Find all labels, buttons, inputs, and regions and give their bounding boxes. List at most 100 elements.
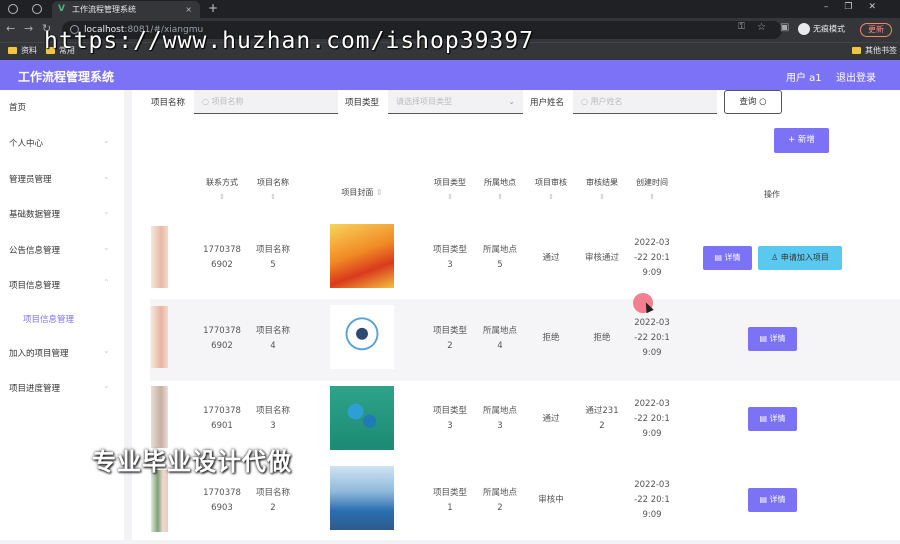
document-icon: ▤ <box>759 334 770 343</box>
vue-logo-icon: V <box>58 4 65 14</box>
sidepanel-icon[interactable]: ▣ <box>780 22 789 33</box>
update-button[interactable]: 更新 <box>860 23 892 37</box>
filter-type-label: 项目类型 <box>345 98 380 108</box>
row-thumbnail <box>151 386 168 448</box>
sort-icon[interactable]: ⇕ <box>200 191 244 204</box>
sidebar-item-admin[interactable]: 管理员管理 ⌄ <box>9 172 110 185</box>
document-icon: ▤ <box>759 495 770 504</box>
header-label: 联系方式 <box>206 178 238 187</box>
placeholder: 项目名称 <box>211 97 244 106</box>
user-name-input[interactable]: ○ 用户姓名 <box>573 90 717 114</box>
sidebar-item-label: 基础数据管理 <box>9 210 61 220</box>
header-label: 创建时间 <box>636 178 668 187</box>
star-icon[interactable]: ☆ <box>757 22 766 33</box>
column-header-phone[interactable]: 联系方式 ⇕ <box>200 176 244 204</box>
bookmark-folder-ziliao[interactable]: 资料 <box>8 45 37 56</box>
header-label: 项目封面 <box>341 188 374 197</box>
result-cell: 通过231 2 <box>585 406 619 431</box>
incognito-indicator[interactable]: 无痕模式 <box>798 23 845 35</box>
sort-icon[interactable]: ⇕ <box>580 191 624 204</box>
browser-menu-icon[interactable] <box>8 4 18 14</box>
phone-cell: 1770378 6902 <box>203 326 241 351</box>
type-cell: 项目类型 3 <box>432 245 467 270</box>
audit-cell: 拒绝 <box>542 333 560 343</box>
audit-cell: 通过 <box>542 253 560 263</box>
bookmark-label: 其他书签 <box>865 46 897 55</box>
sidebar-item-basic-data[interactable]: 基础数据管理 ⌄ <box>9 207 110 220</box>
key-icon[interactable]: ⚿ <box>738 22 745 32</box>
new-tab-icon[interactable]: + <box>208 1 218 15</box>
project-cover-image <box>330 386 394 450</box>
query-label: 查询 <box>739 97 757 107</box>
audit-cell: 审核中 <box>538 495 564 505</box>
detail-button[interactable]: ▤ 详情 <box>703 246 752 270</box>
thumb-icon: ♙ <box>771 253 781 262</box>
search-icon: ○ <box>581 97 591 106</box>
name-cell: 项目名称 4 <box>255 326 290 351</box>
project-cover-image <box>330 224 394 288</box>
chevron-down-icon: ⌄ <box>103 381 110 390</box>
result-cell: 拒绝 <box>593 333 611 343</box>
app-title: 工作流程管理系统 <box>18 70 115 84</box>
chevron-down-icon: ⌄ <box>103 243 110 252</box>
bookmark-label: 资料 <box>21 46 37 55</box>
sort-icon[interactable]: ⇕ <box>630 191 674 204</box>
sidebar-item-joined-projects[interactable]: 加入的项目管理 ⌄ <box>9 346 110 359</box>
column-header-result[interactable]: 审核结果 ⇕ <box>580 176 624 204</box>
column-header-created[interactable]: 创建时间 ⇕ <box>630 176 674 204</box>
row-thumbnail <box>151 306 168 368</box>
folder-icon <box>8 47 17 54</box>
detail-button[interactable]: ▤ 详情 <box>748 407 797 431</box>
location-cell: 所属地点 2 <box>482 488 517 513</box>
placeholder: 请选择项目类型 <box>396 97 452 106</box>
sort-icon[interactable]: ⇕ <box>478 191 522 204</box>
back-icon[interactable]: ← <box>6 22 15 35</box>
sort-icon[interactable]: ⇕ <box>376 188 383 197</box>
sidebar-subitem-project-info[interactable]: 项目信息管理 <box>23 313 74 325</box>
project-cover-image <box>330 305 394 369</box>
column-header-cover[interactable]: 项目封面 ⇕ <box>330 186 394 199</box>
bookmark-other[interactable]: 其他书签 <box>852 45 897 56</box>
header-label: 项目名称 <box>257 178 289 187</box>
name-cell: 项目名称 5 <box>255 245 290 270</box>
sidebar-item-personal-center[interactable]: 个人中心 ⌄ <box>9 136 110 149</box>
apply-join-button[interactable]: ♙ 申请加入项目 <box>758 246 842 270</box>
current-user: 用户 a1 <box>786 73 822 84</box>
sort-icon[interactable]: ⇕ <box>529 191 573 204</box>
sidebar-item-notice[interactable]: 公告信息管理 ⌄ <box>9 243 110 256</box>
column-header-location[interactable]: 所属地点 ⇕ <box>478 176 522 204</box>
add-button[interactable]: + 新增 <box>774 128 829 153</box>
close-tab-icon[interactable]: × <box>185 1 192 18</box>
app-header <box>0 60 900 90</box>
forward-icon[interactable]: → <box>24 22 33 35</box>
incognito-tab-icon[interactable] <box>32 4 42 14</box>
logout-link[interactable]: 退出登录 <box>836 69 876 84</box>
placeholder: 用户姓名 <box>590 97 623 106</box>
incognito-label: 无痕模式 <box>813 24 845 34</box>
browser-tab[interactable]: V 工作流程管理系统 × <box>52 1 200 18</box>
column-header-type[interactable]: 项目类型 ⇕ <box>428 176 472 204</box>
created-cell: 2022-03 -22 20:1 9:09 <box>634 238 670 278</box>
detail-button[interactable]: ▤ 详情 <box>748 327 797 351</box>
sort-icon[interactable]: ⇕ <box>428 191 472 204</box>
sort-icon[interactable]: ⇕ <box>251 191 295 204</box>
header-label: 审核结果 <box>586 178 618 187</box>
location-cell: 所属地点 5 <box>482 245 517 270</box>
query-button[interactable]: 查询 ○ <box>724 90 782 114</box>
project-type-select[interactable]: 请选择项目类型 ⌄ <box>388 90 523 114</box>
sidebar-item-progress[interactable]: 项目进度管理 ⌄ <box>9 381 110 394</box>
created-cell: 2022-03 -22 20:1 9:09 <box>634 318 670 358</box>
document-icon: ▤ <box>759 414 770 423</box>
detail-button[interactable]: ▤ 详情 <box>748 488 797 512</box>
window-controls[interactable]: –❐✕ <box>824 2 892 12</box>
created-cell: 2022-03 -22 20:1 9:09 <box>634 480 670 520</box>
sidebar-item-label: 首页 <box>9 103 27 113</box>
type-cell: 项目类型 3 <box>432 406 467 431</box>
document-icon: ▤ <box>714 253 725 262</box>
sidebar-item-project-info[interactable]: 项目信息管理 ⌃ <box>9 278 110 291</box>
project-name-input[interactable]: ○ 项目名称 <box>194 90 338 114</box>
column-header-audit[interactable]: 项目审核 ⇕ <box>529 176 573 204</box>
sidebar-item-home[interactable]: 首页 <box>9 101 26 113</box>
column-header-name[interactable]: 项目名称 ⇕ <box>251 176 295 204</box>
chevron-down-icon: ⌄ <box>103 172 110 181</box>
